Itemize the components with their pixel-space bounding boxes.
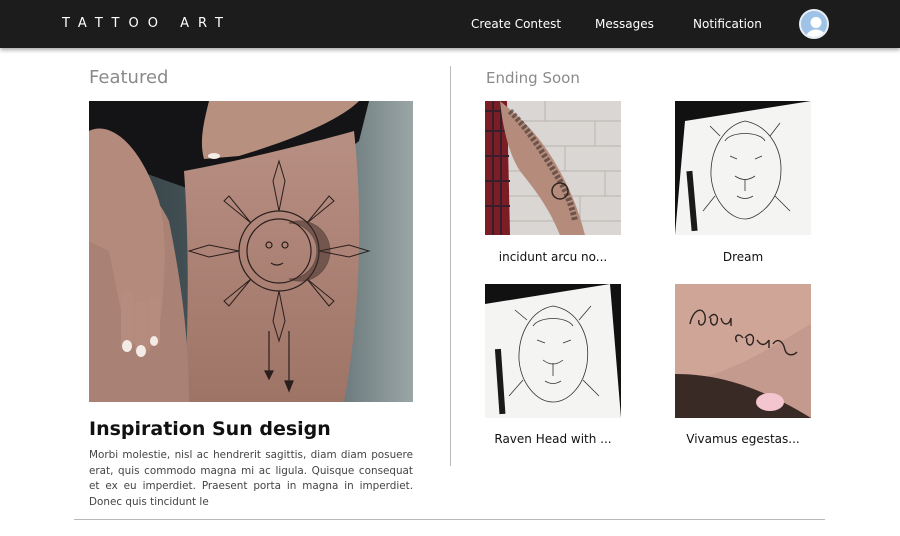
nav-messages[interactable]: Messages (595, 17, 654, 31)
contest-card[interactable]: incidunt arcu no... (485, 101, 621, 264)
featured-heading[interactable]: Inspiration Sun design (89, 418, 331, 440)
contest-card[interactable]: Vivamus egestas... (675, 284, 811, 446)
lion-sketch-image (675, 101, 811, 235)
script-tattoo-image (675, 284, 811, 418)
user-avatar[interactable] (799, 9, 829, 39)
nav-create-contest[interactable]: Create Contest (471, 17, 561, 31)
raven-head-sketch-image (485, 284, 621, 418)
featured-description: Morbi molestie, nisl ac hendrerit sagitt… (89, 449, 413, 508)
contest-card-title: Vivamus egestas... (686, 432, 800, 446)
user-icon (805, 17, 827, 37)
contest-card-title: Raven Head with ... (494, 432, 612, 446)
contest-card[interactable]: Raven Head with ... (485, 284, 621, 446)
horizontal-divider (74, 519, 825, 520)
top-navbar: TATTOO ART Create Contest Messages Notif… (0, 0, 900, 48)
featured-section-title: Featured (89, 67, 169, 88)
vertical-divider (450, 66, 451, 466)
forearm-tattoo-image (485, 101, 621, 235)
featured-image[interactable] (89, 101, 413, 402)
nav-notification[interactable]: Notification (693, 17, 762, 31)
ending-soon-section-title: Ending Soon (486, 69, 580, 87)
brand-logo[interactable]: TATTOO ART (62, 16, 232, 31)
sun-tattoo-image (89, 101, 413, 402)
contest-card-title: Dream (722, 250, 764, 264)
contest-card[interactable]: Dream (675, 101, 811, 264)
contest-card-title: incidunt arcu no... (498, 250, 608, 264)
